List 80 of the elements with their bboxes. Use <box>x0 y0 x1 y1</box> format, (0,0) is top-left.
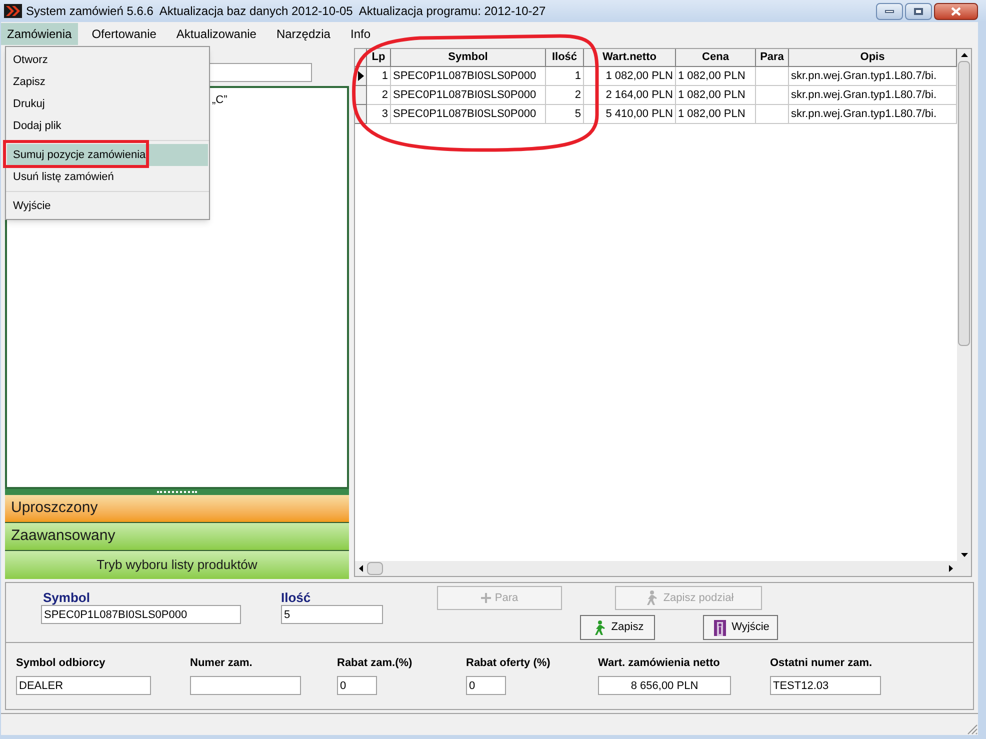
table-cell: 1 082,00 PLN <box>676 105 756 124</box>
menu-item[interactable]: Aktualizowanie <box>170 23 262 45</box>
exit-button[interactable]: Wyjście <box>703 615 778 640</box>
menu-entry[interactable]: Usuń listę zamówień <box>7 166 208 188</box>
table-cell: 2 <box>367 86 391 105</box>
app-logo-icon <box>4 4 22 18</box>
plus-icon <box>480 593 491 603</box>
list-item[interactable]: „C” <box>212 92 347 108</box>
resize-grip-icon[interactable] <box>966 723 978 735</box>
table-cell: SPEC0P1L087BI0SLS0P000 <box>391 105 546 124</box>
field-label: Symbol <box>42 591 91 605</box>
order-field[interactable]: 0 <box>466 676 506 695</box>
scroll-down-icon[interactable] <box>960 553 968 557</box>
scroll-right-icon[interactable] <box>949 565 953 572</box>
menu-entry[interactable]: Wyjście <box>7 195 208 217</box>
table-cell: 1 <box>367 67 391 86</box>
mode-tab[interactable]: Zaawansowany <box>5 523 349 551</box>
door-icon <box>712 618 728 636</box>
table-cell: SPEC0P1L087BI0SLS0P000 <box>391 86 546 105</box>
table-cell: 1 082,00 PLN <box>584 67 676 86</box>
table-cell: SPEC0P1L087BI0SLS0P000 <box>391 67 546 86</box>
field-label: Rabat oferty (%) <box>466 657 552 670</box>
scroll-up-icon[interactable] <box>960 53 968 57</box>
table-cell: 2 164,00 PLN <box>584 86 676 105</box>
table-cell: 3 <box>367 105 391 124</box>
table-cell <box>756 86 789 105</box>
close-button[interactable] <box>934 2 978 20</box>
menu-entry[interactable]: Dodaj plik <box>7 115 208 137</box>
row-pointer-icon <box>358 71 364 81</box>
save-button[interactable]: Zapisz <box>580 615 655 640</box>
table-cell: 2 <box>546 86 584 105</box>
table-cell <box>756 105 789 124</box>
field-label: Rabat zam.(%) <box>337 657 414 670</box>
column-header[interactable]: Ilość <box>546 49 584 67</box>
order-field[interactable]: DEALER <box>16 676 151 695</box>
vertical-scrollbar[interactable] <box>957 49 971 561</box>
mode-select-button[interactable]: Tryb wyboru listy produktów <box>5 551 349 579</box>
splitter-handle[interactable] <box>5 489 349 495</box>
table-cell: 1 <box>546 67 584 86</box>
maximize-button[interactable] <box>905 2 932 20</box>
table-cell: 1 082,00 PLN <box>676 86 756 105</box>
column-header[interactable]: Para <box>756 49 789 67</box>
mode-tab[interactable]: Uproszczony <box>5 495 349 523</box>
column-header[interactable]: Cena <box>676 49 756 67</box>
scroll-thumb[interactable] <box>367 562 383 575</box>
field-label: Numer zam. <box>190 657 254 670</box>
order-field[interactable] <box>190 676 301 695</box>
field-label: Wart. zamówienia netto <box>598 657 721 670</box>
column-header[interactable]: Symbol <box>391 49 546 67</box>
menu-entry[interactable]: Sumuj pozycje zamówienia <box>7 144 208 166</box>
field-label: Ilość <box>281 591 312 605</box>
symbol-field[interactable]: SPEC0P1L087BI0SLS0P000 <box>41 605 241 624</box>
minimize-button[interactable] <box>876 2 903 20</box>
window-title: System zamówień 5.6.6 Aktualizacja baz danych 2012-10-05 Aktualizacja programu: 2012-10-27 <box>26 3 546 20</box>
horizontal-scrollbar[interactable] <box>355 561 971 576</box>
table-cell: 5 410,00 PLN <box>584 105 676 124</box>
field-label: Ostatni numer zam. <box>770 657 874 670</box>
quantity-field[interactable]: 5 <box>281 605 383 624</box>
scroll-thumb[interactable] <box>958 61 970 346</box>
order-field[interactable]: 0 <box>337 676 377 695</box>
column-header[interactable]: Lp <box>367 49 391 67</box>
column-header[interactable]: Wart.netto <box>584 49 676 67</box>
table-cell: 5 <box>546 105 584 124</box>
field-label: Symbol odbiorcy <box>16 657 106 670</box>
menu-item[interactable]: Ofertowanie <box>86 23 162 45</box>
table-cell: skr.pn.wej.Gran.typ1.L80.7/bi. <box>789 67 957 86</box>
scroll-left-icon[interactable] <box>359 565 363 572</box>
table-cell: skr.pn.wej.Gran.typ1.L80.7/bi. <box>789 86 957 105</box>
table-cell: 1 082,00 PLN <box>676 67 756 86</box>
order-field[interactable]: TEST12.03 <box>770 676 881 695</box>
table-cell: skr.pn.wej.Gran.typ1.L80.7/bi. <box>789 105 957 124</box>
table-cell <box>756 67 789 86</box>
column-header[interactable]: Opis <box>789 49 957 67</box>
menu-item[interactable]: Zamówienia <box>1 23 78 45</box>
menu-entry[interactable]: Otworz <box>7 49 208 71</box>
menu-item[interactable]: Info <box>344 23 376 45</box>
close-icon <box>951 6 961 16</box>
order-field[interactable]: 8 656,00 PLN <box>598 676 731 695</box>
menu-entry[interactable]: Drukuj <box>7 93 208 115</box>
menu-item[interactable]: Narzędzia <box>270 23 336 45</box>
